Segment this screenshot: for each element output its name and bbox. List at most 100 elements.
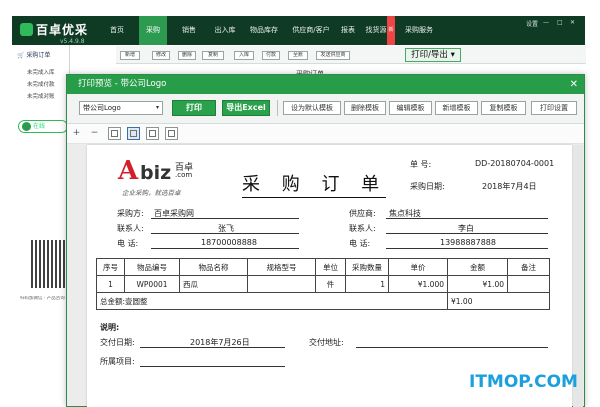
cell-note [507, 275, 550, 293]
supplier-label: 供应商: [349, 209, 376, 218]
template-select[interactable]: 带公司Logo ▾ [79, 101, 163, 115]
logo-slogan: 企业采购，就选百卓 [122, 189, 181, 197]
phone-underline [151, 248, 299, 249]
export-excel-button[interactable]: 导出Excel [222, 100, 270, 116]
project-underline [140, 366, 285, 367]
left-panel-header-label: 采购订单 [26, 52, 51, 59]
purchase-date-value: 2018年7月4日 [482, 182, 537, 191]
supplier-underline [386, 218, 548, 219]
items-table: 序号 物品编号 物品名称 规格型号 单位 采购数量 单价 金额 备注 1 WP0… [96, 258, 550, 310]
column-header: 单价 [388, 258, 448, 276]
app-window: 百卓优采 v5.4.9.8 首页 采购 销售 出入库 物品库存 供应商/客户 报… [0, 0, 600, 407]
buyer-underline [151, 218, 299, 219]
cell-name: 西瓜 [179, 275, 248, 293]
supplier-phone-underline [386, 248, 548, 249]
two-page-view-icon[interactable] [146, 127, 159, 140]
left-panel-item[interactable]: 未完成付款 [27, 80, 67, 88]
single-page-view-icon[interactable] [108, 127, 121, 140]
new-button[interactable]: 新增 [120, 51, 140, 60]
project-label: 所属项目: [100, 357, 135, 366]
dialog-title: 打印预览 - 带公司Logo ✕ [67, 75, 584, 94]
dialog-close-icon[interactable]: ✕ [570, 76, 578, 93]
column-header: 备注 [507, 258, 550, 276]
site-watermark: ITMOP.COM [469, 372, 578, 392]
dialog-title-text: 打印预览 - 带公司Logo [78, 79, 167, 89]
notes-label: 说明: [100, 323, 120, 332]
print-export-button[interactable]: 打印/导出 ▾ [405, 48, 461, 62]
print-settings-button[interactable]: 打印设置 [531, 101, 577, 115]
column-header: 物品名称 [179, 258, 248, 276]
nav-tab-reports[interactable]: 报表 [337, 16, 359, 45]
copy-template-button[interactable]: 复制模板 [481, 101, 526, 115]
delivery-date-underline [140, 347, 285, 348]
column-header: 序号 [96, 258, 125, 276]
close-icon[interactable]: ✕ [570, 19, 575, 26]
total-cell: 总金额:壹圆整 [96, 292, 448, 310]
nav-tab-purchase-service[interactable]: 采购服务 [402, 16, 436, 45]
order-no-value: DD-20180704-0001 [475, 159, 555, 168]
zoom-out-icon[interactable]: − [89, 128, 100, 139]
set-default-template-button[interactable]: 设为默认模板 [283, 101, 341, 115]
cell-unit: 件 [315, 275, 346, 293]
column-header: 物品编号 [124, 258, 180, 276]
nav-tab-stock[interactable]: 物品库存 [244, 16, 284, 45]
total-row: 总金额:壹圆整 ¥1.00 [96, 292, 550, 310]
stock-in-button[interactable]: 入库 [234, 51, 254, 60]
order-no-label: 单 号: [410, 160, 432, 169]
settings-link[interactable]: 设置 [526, 19, 538, 28]
nav-tab-find-source[interactable]: 找货源新 [362, 16, 398, 45]
delete-template-button[interactable]: 删除模板 [344, 101, 386, 115]
page-width-view-icon[interactable] [127, 127, 140, 140]
supplier-contact-label: 联系人: [349, 224, 376, 233]
edit-template-button[interactable]: 编辑模板 [389, 101, 432, 115]
total-label: 总金额: [100, 296, 126, 306]
reconcile-button[interactable]: 至账 [288, 51, 308, 60]
phone-value: 18700008888 [201, 238, 257, 247]
cell-spec [247, 275, 316, 293]
contact-label: 联系人: [117, 224, 144, 233]
add-template-button[interactable]: 新增模板 [435, 101, 478, 115]
minimize-icon[interactable]: — [543, 19, 549, 26]
left-panel-header[interactable]: 🛒 采购订单 [12, 50, 70, 62]
qr-code [31, 240, 67, 288]
copy-button[interactable]: 复制 [202, 51, 224, 60]
table-row: 1 WP0001 西瓜 件 1 ¥1.000 ¥1.00 [96, 275, 550, 293]
send-supplier-button[interactable]: 发送供应商 [316, 51, 350, 60]
chevron-down-icon: ▾ [155, 104, 159, 111]
phone-label: 电 话: [117, 239, 139, 248]
delivery-address-label: 交付地址: [309, 338, 344, 347]
column-header: 规格型号 [247, 258, 316, 276]
cell-code: WP0001 [124, 275, 180, 293]
nav-tab-purchase[interactable]: 采购 [139, 16, 167, 45]
logo-brand: biz [140, 162, 172, 184]
logo-icon [20, 23, 33, 36]
purchase-date-label: 采购日期: [410, 182, 445, 191]
contact-underline [151, 233, 299, 234]
nav-tab-home[interactable]: 首页 [104, 16, 130, 45]
qr-caption: 扫码加微信 · 产品咨询 [20, 296, 65, 301]
print-export-label: 打印/导出 [411, 50, 448, 60]
column-header: 金额 [447, 258, 508, 276]
logo-letter: A [118, 156, 139, 186]
nav-tab-inventory-io[interactable]: 出入库 [208, 16, 242, 45]
maximize-icon[interactable]: □ [557, 19, 563, 26]
fit-page-view-icon[interactable] [165, 127, 178, 140]
nav-tab-supplier-customer[interactable]: 供应商/客户 [285, 16, 337, 45]
pay-button[interactable]: 付款 [262, 51, 280, 60]
document-title: 采 购 订 单 [242, 173, 386, 198]
edit-button[interactable]: 修改 [152, 51, 170, 60]
zoom-in-icon[interactable]: + [71, 128, 82, 139]
supplier-phone-value: 13988887888 [440, 238, 496, 247]
vertical-scrollbar[interactable] [573, 145, 583, 407]
chat-icon [22, 122, 31, 131]
app-logo: 百卓优采 [20, 20, 98, 42]
nav-tab-sales[interactable]: 销售 [176, 16, 202, 45]
left-panel-item[interactable]: 未完成入库 [27, 68, 67, 76]
delete-button[interactable]: 删除 [178, 51, 196, 60]
supplier-contact-underline [386, 233, 548, 234]
cell-amount: ¥1.00 [447, 275, 508, 293]
online-button[interactable]: 在线 [18, 120, 68, 133]
left-panel-item[interactable]: 未完成对账 [27, 92, 67, 100]
view-toolbar [67, 124, 584, 144]
print-button[interactable]: 打印 [172, 100, 216, 116]
